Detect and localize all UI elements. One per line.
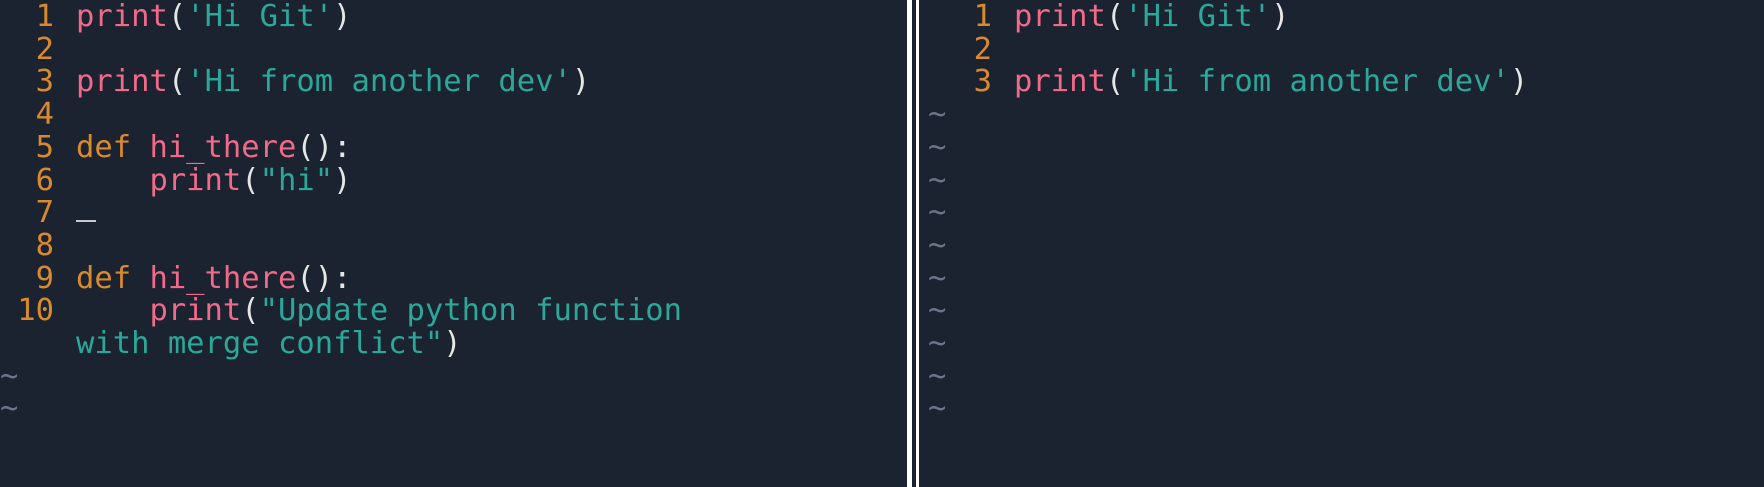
code-token: hi_there [149, 260, 297, 296]
line-code: print('Hi Git') [1014, 0, 1289, 35]
code-line[interactable]: 2 [0, 31, 54, 68]
code-token: ( [1105, 0, 1125, 34]
code-token: print [1014, 64, 1106, 100]
code-token: with merge conflict" [76, 326, 444, 361]
line-number: 6 [35, 162, 54, 198]
line-number: 3 [35, 64, 54, 100]
code-line[interactable]: 4 [0, 96, 54, 133]
line-code: def hi_there(): [76, 260, 351, 297]
code-token: "Update python function [259, 293, 682, 329]
code-line[interactable]: 8 [0, 227, 54, 264]
empty-line-marker: ~ [928, 227, 947, 263]
right-editor-pane[interactable]: 1 print('Hi Git') 2 3 print('Hi from another… [926, 0, 1764, 487]
line-number: 2 [973, 31, 992, 67]
empty-line-marker: ~ [928, 129, 947, 165]
code-token: 'Hi from another dev' [186, 64, 572, 100]
line-code: print('Hi from another dev') [1014, 63, 1528, 100]
code-token: ) [443, 326, 462, 361]
line-number: 7 [35, 195, 54, 231]
vertical-split-separator[interactable] [905, 0, 926, 487]
code-token: print [76, 0, 168, 34]
code-token: hi_there [149, 129, 297, 165]
empty-line-marker: ~ [928, 391, 947, 427]
code-line[interactable]: with merge conflict") [0, 325, 462, 362]
code-token: ( [241, 293, 260, 329]
code-token: ) [333, 162, 352, 198]
code-token: print [76, 64, 168, 100]
code-token: "hi" [259, 162, 334, 198]
line-code: print('Hi from another dev') [76, 63, 590, 100]
code-token: ) [1271, 0, 1290, 34]
code-line[interactable]: 2 [926, 31, 992, 68]
code-line[interactable]: 3 print('Hi from another dev') [926, 63, 1529, 100]
separator-bar [907, 0, 912, 487]
code-token: def [76, 260, 150, 296]
code-line[interactable]: 7 [0, 194, 96, 231]
code-token: print [1014, 0, 1106, 34]
code-line[interactable]: 10 print("Update python function [0, 292, 682, 329]
empty-line-marker: ~ [928, 162, 947, 198]
code-token: print [149, 162, 242, 198]
line-number: 3 [973, 64, 992, 100]
code-token: ( [1105, 64, 1125, 100]
line-number: 2 [35, 31, 54, 67]
line-code: print("Update python function [76, 292, 682, 329]
code-token: ( [167, 64, 187, 100]
line-number: 4 [35, 97, 54, 133]
line-number: 9 [35, 260, 54, 296]
code-token: def [76, 129, 150, 165]
empty-line-marker: ~ [928, 293, 947, 329]
code-token: 'Hi Git' [186, 0, 334, 34]
empty-line-marker: ~ [928, 195, 947, 231]
text-cursor [76, 220, 96, 223]
code-token: ) [333, 0, 352, 34]
separator-bar [916, 0, 919, 487]
code-line[interactable]: 5 def hi_there(): [0, 129, 352, 166]
line-number: 10 [17, 293, 54, 329]
line-code: print("hi") [76, 162, 351, 199]
code-token: (): [296, 129, 352, 165]
empty-line-marker: ~ [0, 358, 19, 394]
vim-split-editor: 1 print('Hi Git') 2 3 print('Hi from another… [0, 0, 1764, 487]
empty-line-marker: ~ [928, 97, 947, 133]
line-number: 5 [35, 129, 54, 165]
line-code: def hi_there(): [76, 129, 351, 166]
code-line[interactable]: 9 def hi_there(): [0, 260, 352, 297]
empty-line-marker: ~ [0, 391, 19, 427]
code-token: ( [167, 0, 187, 34]
left-editor-pane[interactable]: 1 print('Hi Git') 2 3 print('Hi from another… [0, 0, 905, 487]
code-token: ( [241, 162, 260, 198]
code-token: (): [296, 260, 352, 296]
line-code: with merge conflict") [76, 325, 462, 362]
empty-line-marker: ~ [928, 260, 947, 296]
empty-line-marker: ~ [928, 358, 947, 394]
code-token: print [149, 293, 242, 329]
empty-line-marker: ~ [928, 326, 947, 361]
code-token: ) [1509, 64, 1529, 100]
code-token: ) [571, 64, 591, 100]
code-line[interactable]: 3 print('Hi from another dev') [0, 63, 591, 100]
line-number: 8 [35, 227, 54, 263]
code-token: 'Hi Git' [1124, 0, 1272, 34]
code-token: 'Hi from another dev' [1124, 64, 1510, 100]
line-code: print('Hi Git') [76, 0, 351, 35]
code-line[interactable]: 6 print("hi") [0, 162, 352, 199]
